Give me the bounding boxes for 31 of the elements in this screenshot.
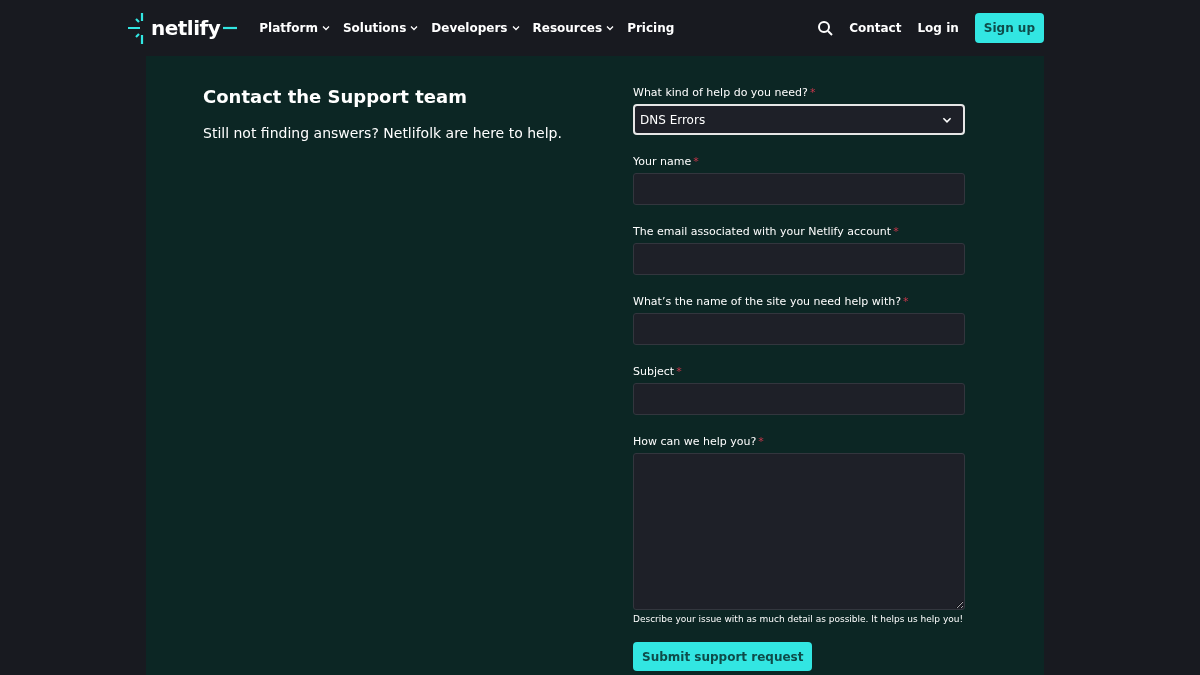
nav-link[interactable]: Pricing [627,21,675,35]
signup-button[interactable]: Sign up [974,13,1044,43]
field-label: What’s the name of the site you need help with? * [633,295,910,308]
input-field[interactable] [633,383,965,415]
submit-button[interactable]: Submit support request [633,642,813,671]
field-label: Your name * [633,155,700,168]
help-type-select[interactable]: DNS Errors [633,104,965,135]
contact-link[interactable]: Contact [849,21,902,35]
chevron-down-icon [605,23,616,33]
input-field[interactable] [633,243,965,275]
nav-link[interactable]: Platform [259,21,331,35]
logo-wordmark[interactable]: netlify [151,16,221,40]
nav-link[interactable]: Resources [532,21,616,35]
chevron-down-icon [409,23,420,33]
login-link[interactable]: Log in [917,21,959,35]
field-label: What kind of help do you need? * [633,86,817,99]
chevron-down-icon [510,23,521,33]
chevron-down-icon [320,23,331,33]
input-field[interactable] [633,313,965,345]
dash-icon [223,26,238,30]
field-label: How can we help you? * [633,435,765,448]
nav-link[interactable]: Solutions [342,21,420,35]
field-label: The email associated with your Netlify account * [633,225,900,238]
nav-link[interactable]: Developers [431,21,521,35]
message-textarea[interactable] [633,453,965,610]
intro-text: Still not finding answers? Netlifolk are here to help. [203,125,563,141]
search-icon[interactable] [817,20,834,36]
input-field[interactable] [633,173,965,205]
field-hint: Describe your issue with as much detail as possible. It helps us help you! [633,614,965,624]
field-label: Subject * [633,365,683,378]
page-title: Contact the Support team [203,86,468,107]
